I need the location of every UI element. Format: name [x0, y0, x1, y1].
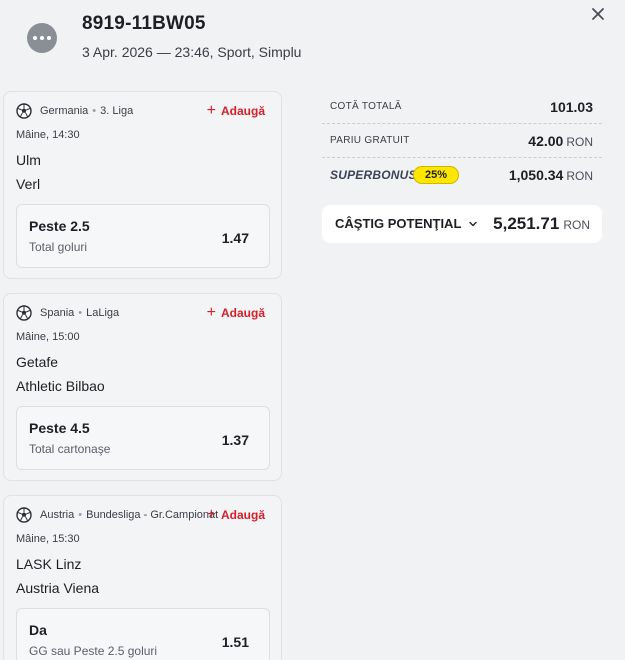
soccer-ball-icon	[16, 103, 32, 119]
currency: RON	[563, 218, 590, 232]
selection-box[interactable]: Peste 2.5 Total goluri 1.47	[16, 204, 270, 268]
selection-name: Peste 2.5	[29, 218, 90, 234]
free-bet-label: PARIU GRATUIT	[330, 135, 410, 146]
add-button[interactable]: + Adaugă	[206, 102, 265, 119]
away-team: Athletic Bilbao	[16, 378, 105, 394]
event-card: Austria • Bundesliga - Gr.Campionat + Adaug…	[3, 495, 282, 660]
selection-box[interactable]: Da GG sau Peste 2.5 goluri 1.51	[16, 608, 270, 660]
soccer-ball-icon	[16, 507, 32, 523]
soccer-ball-icon	[16, 305, 32, 321]
free-bet-value: 42.00	[528, 133, 564, 149]
superbonus-value: 1,050.34	[508, 167, 564, 183]
total-odds-label: COTĂ TOTALĂ	[330, 101, 402, 112]
plus-icon: +	[206, 102, 216, 119]
add-button[interactable]: + Adaugă	[206, 304, 265, 321]
plus-icon: +	[206, 506, 216, 523]
total-odds-value: 101.03	[550, 99, 593, 115]
more-options-icon[interactable]	[27, 23, 57, 53]
separator-dot: •	[78, 307, 83, 319]
league-country: Austria	[40, 509, 75, 521]
superbonus-badge: 25%	[413, 166, 459, 184]
league-row: Germania • 3. Liga	[16, 103, 133, 119]
ticket-meta: 3 Apr. 2026 — 23:46, Sport, Simplu	[82, 44, 302, 60]
potential-win-amount: 5,251.71 RON	[493, 214, 590, 234]
free-bet-row: PARIU GRATUIT 42.00 RON	[322, 124, 602, 158]
add-label: Adaugă	[220, 306, 265, 320]
league-row: Spania • LaLiga	[16, 305, 119, 321]
event-time: Mâine, 14:30	[16, 129, 80, 141]
selection-odd: 1.47	[221, 230, 249, 246]
league-country: Germania	[40, 105, 89, 117]
potential-win-box[interactable]: CÂŞTIG POTENŢIAL 5,251.71 RON	[322, 205, 602, 243]
add-label: Adaugă	[220, 508, 265, 522]
add-button[interactable]: + Adaugă	[206, 506, 265, 523]
selection-box[interactable]: Peste 4.5 Total cartonaşe 1.37	[16, 406, 270, 470]
close-icon[interactable]	[588, 4, 608, 24]
currency: RON	[566, 135, 593, 149]
free-bet-amount: 42.00 RON	[528, 133, 593, 149]
superbonus-amount: 1,050.34 RON	[509, 167, 593, 183]
league-name: Bundesliga - Gr.Campionat	[86, 509, 219, 521]
potential-win-value: 5,251.71	[493, 214, 560, 233]
potential-win-label: CÂŞTIG POTENŢIAL	[335, 216, 462, 231]
event-time: Mâine, 15:00	[16, 331, 80, 343]
event-time: Mâine, 15:30	[16, 533, 80, 545]
league-name: 3. Liga	[100, 105, 134, 117]
league-row: Austria • Bundesliga - Gr.Campionat	[16, 507, 218, 523]
ticket-header: 8919-11BW05 3 Apr. 2026 — 23:46, Sport, …	[0, 0, 625, 80]
add-label: Adaugă	[220, 104, 265, 118]
currency: RON	[566, 169, 593, 183]
home-team: LASK Linz	[16, 556, 82, 572]
league-label: Spania • LaLiga	[40, 307, 119, 319]
ticket-id: 8919-11BW05	[82, 13, 206, 34]
league-country: Spania	[40, 307, 75, 319]
league-label: Austria • Bundesliga - Gr.Campionat	[40, 509, 218, 521]
away-team: Austria Viena	[16, 580, 100, 596]
league-label: Germania • 3. Liga	[40, 105, 133, 117]
superbonus-row: SUPERBONUS 25% 1,050.34 RON	[322, 158, 602, 192]
selection-name: Da	[29, 622, 47, 638]
event-card: Germania • 3. Liga + Adaugă Mâine, 14:30 Ul…	[3, 91, 282, 279]
plus-icon: +	[206, 304, 216, 321]
selection-odd: 1.51	[221, 634, 249, 650]
selection-name: Peste 4.5	[29, 420, 90, 436]
away-team: Verl	[16, 176, 41, 192]
league-name: LaLiga	[86, 307, 120, 319]
home-team: Getafe	[16, 354, 59, 370]
selection-market: Total cartonaşe	[29, 442, 111, 456]
total-odds-row: COTĂ TOTALĂ 101.03	[322, 90, 602, 124]
superbonus-label: SUPERBONUS	[330, 168, 417, 182]
event-card: Spania • LaLiga + Adaugă Mâine, 15:00 Getaf…	[3, 293, 282, 481]
home-team: Ulm	[16, 152, 41, 168]
bet-ticket-page: 8919-11BW05 3 Apr. 2026 — 23:46, Sport, …	[0, 0, 625, 660]
selection-market: Total goluri	[29, 240, 88, 254]
separator-dot: •	[92, 105, 97, 117]
selection-odd: 1.37	[221, 432, 249, 448]
separator-dot: •	[78, 509, 83, 521]
selection-market: GG sau Peste 2.5 goluri	[29, 644, 158, 658]
chevron-down-icon[interactable]	[467, 218, 479, 230]
